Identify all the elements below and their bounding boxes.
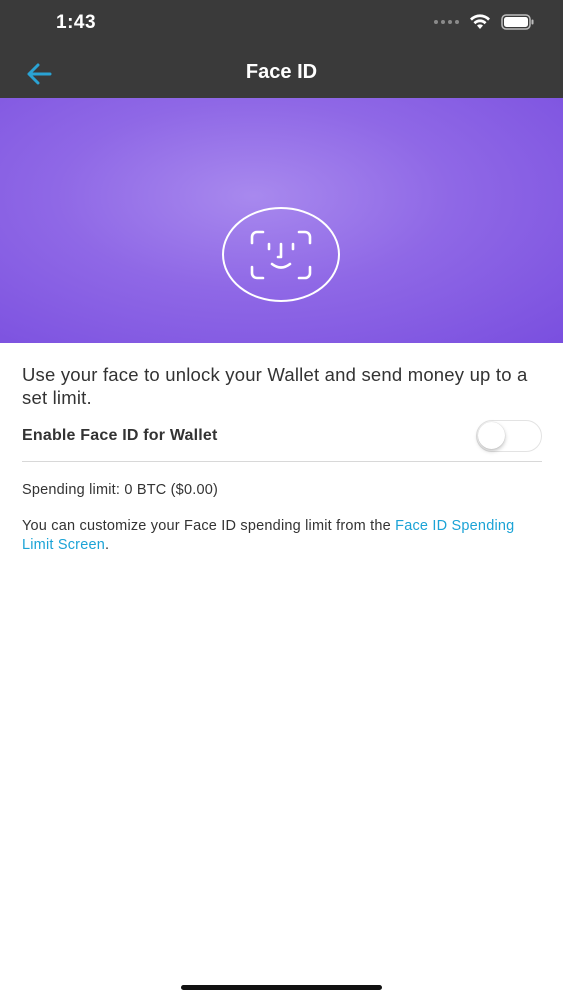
status-icons (434, 14, 535, 30)
customize-suffix: . (105, 537, 110, 553)
navigation-bar: Face ID (0, 50, 563, 98)
toggle-knob (478, 422, 505, 449)
signal-icon (434, 20, 459, 24)
hero-banner (0, 98, 563, 343)
enable-face-id-toggle[interactable] (476, 420, 542, 452)
home-indicator (181, 985, 382, 990)
wifi-icon (470, 14, 490, 29)
face-id-description: Use your face to unlock your Wallet and … (22, 364, 528, 408)
spending-limit-text: Spending limit: 0 BTC ($0.00) (22, 482, 218, 498)
customize-prefix: You can customize your Face ID spending … (22, 518, 396, 534)
enable-face-id-row: Enable Face ID for Wallet (22, 418, 542, 462)
page-title: Face ID (245, 61, 318, 83)
customize-spending-text: You can customize your Face ID spending … (22, 517, 542, 555)
face-id-icon (250, 230, 312, 279)
content-area: Use your face to unlock your Wallet and … (22, 343, 542, 553)
face-id-badge (222, 207, 340, 302)
battery-icon (501, 14, 534, 30)
enable-face-id-label: Enable Face ID for Wallet (22, 427, 218, 444)
status-time: 1:43 (56, 12, 97, 33)
status-bar: 1:43 (0, 0, 563, 50)
